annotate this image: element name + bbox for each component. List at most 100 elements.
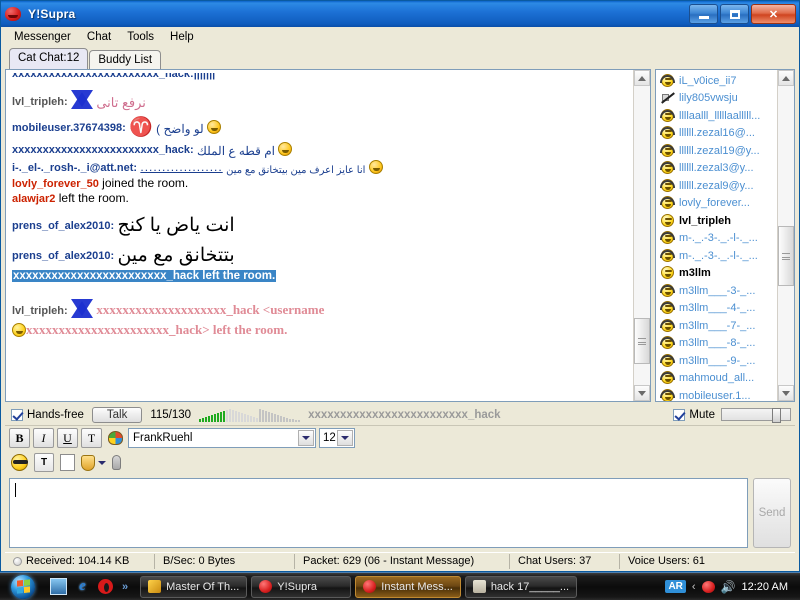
buddy-list-item[interactable]: m-._.-3-._.-l-._...: [658, 247, 777, 265]
mute-checkbox[interactable]: Mute: [673, 408, 715, 421]
buddy-list-item[interactable]: mobileuser.1...: [658, 387, 777, 401]
message-text: |||||||: [193, 73, 216, 80]
tray-expand-icon[interactable]: ‹: [692, 581, 696, 593]
volume-slider[interactable]: [721, 408, 791, 423]
scroll-down-button[interactable]: [634, 385, 650, 401]
chat-message: alawjar2 left the room.: [12, 191, 629, 206]
shield-icon[interactable]: [81, 454, 95, 471]
send-button[interactable]: Send: [753, 478, 791, 548]
close-button[interactable]: ✕: [751, 4, 796, 24]
menu-item-tools[interactable]: Tools: [120, 29, 161, 45]
font-family-select[interactable]: FrankRuehl: [128, 428, 316, 448]
message-text: لو واضح ): [156, 121, 204, 136]
scroll-thumb[interactable]: [634, 318, 650, 364]
bold-button[interactable]: B: [9, 428, 30, 448]
chat-scrollbar[interactable]: [633, 70, 650, 401]
buddy-list-item[interactable]: iL_v0ice_ii7: [658, 72, 777, 90]
opera-icon[interactable]: [98, 579, 113, 594]
buddy-list-item[interactable]: m3llm___-7-_...: [658, 317, 777, 335]
tab-buddy-list[interactable]: Buddy List: [89, 50, 162, 70]
title-bar: Y!Supra ✕: [1, 1, 799, 27]
chevron-down-icon[interactable]: [337, 430, 353, 446]
buddy-list[interactable]: iL_v0ice_ii7 lily805vwsju llllaalll_llllla…: [656, 70, 777, 401]
yahoo-smiley-icon[interactable]: [701, 580, 715, 593]
maximize-button[interactable]: [720, 4, 749, 24]
buddy-list-item[interactable]: lily805vwsju: [658, 90, 777, 108]
buddy-list-item[interactable]: lvl_tripleh: [658, 212, 777, 230]
meter-bar: [247, 414, 250, 422]
task-hack-folder[interactable]: hack 17_____...: [464, 575, 578, 598]
message-user: lovly_forever_50: [12, 178, 99, 191]
text-style-icon[interactable]: T: [34, 453, 54, 472]
headphones-smiley-icon: [660, 336, 675, 350]
slider-knob[interactable]: [772, 408, 781, 423]
buddy-list-item[interactable]: lovly_forever...: [658, 195, 777, 213]
buddy-list-item[interactable]: m3llm___-8-_...: [658, 335, 777, 353]
chevron-down-icon[interactable]: [98, 460, 106, 465]
buddy-list-item[interactable]: llllll.zezal9@y...: [658, 177, 777, 195]
more-chevron-icon[interactable]: »: [120, 581, 130, 593]
message-input[interactable]: [9, 478, 748, 548]
document-icon[interactable]: [60, 454, 75, 471]
underline-button[interactable]: U: [57, 428, 78, 448]
handsfree-checkbox[interactable]: Hands-free: [11, 408, 84, 421]
chat-message: lvl_tripleh: نرفع تانى: [12, 89, 629, 111]
meter-bar: [295, 419, 298, 422]
clock[interactable]: 12:20 AM: [742, 581, 794, 593]
color-palette-icon[interactable]: [105, 428, 125, 448]
shield-menu[interactable]: [81, 454, 106, 471]
menu-item-messenger[interactable]: Messenger: [7, 29, 78, 45]
meter-bar: [277, 414, 280, 422]
start-button[interactable]: [2, 574, 44, 600]
chevron-down-icon[interactable]: [298, 430, 314, 446]
buddy-list-item[interactable]: llllll.zezal16@...: [658, 125, 777, 143]
headphones-smiley-icon: [660, 388, 675, 401]
buddy-scroll-up-button[interactable]: [778, 70, 794, 86]
buddy-scroll-thumb[interactable]: [778, 226, 794, 286]
buddy-list-item[interactable]: m3llm: [658, 265, 777, 283]
buddy-scroll-down-button[interactable]: [778, 385, 794, 401]
talk-button[interactable]: Talk: [91, 406, 143, 423]
tab-cat-chat[interactable]: Cat Chat:12: [9, 48, 89, 69]
smiley-icon: [278, 141, 293, 156]
buddy-list-item[interactable]: llllaalll_lllllaalllll...: [658, 107, 777, 125]
font-size-value: 12: [323, 432, 336, 444]
task-master-of-th[interactable]: Master Of Th...: [140, 575, 248, 598]
text-style-button[interactable]: T: [81, 428, 102, 448]
buddy-list-item[interactable]: mahmoud_all...: [658, 370, 777, 388]
show-desktop-icon[interactable]: [50, 578, 67, 595]
language-indicator[interactable]: AR: [665, 580, 686, 593]
buddy-name: lvl_tripleh: [679, 214, 731, 227]
task-instant-message[interactable]: Instant Mess...: [355, 575, 461, 598]
microphone-icon[interactable]: [112, 455, 121, 470]
buddy-scrollbar[interactable]: [777, 70, 794, 401]
minimize-button[interactable]: [689, 4, 718, 24]
buddy-scroll-track[interactable]: [778, 86, 794, 385]
speaker-icon[interactable]: 🔊: [721, 580, 736, 594]
chat-log[interactable]: xxxxxxxxxxxxxxxxxxxxxxxx_hack:||||||| lv…: [6, 70, 633, 401]
meter-bar: [244, 413, 247, 422]
headphones-smiley-icon: [660, 143, 675, 158]
headphones-smiley-icon: [660, 73, 675, 88]
internet-explorer-icon[interactable]: e: [74, 578, 91, 595]
buddy-list-item[interactable]: m-._.-3-._.-l-._...: [658, 230, 777, 248]
meter-bar: [271, 412, 274, 422]
italic-button[interactable]: I: [33, 428, 54, 448]
headphones-smiley-icon: [660, 231, 675, 245]
scroll-up-button[interactable]: [634, 70, 650, 86]
menu-item-chat[interactable]: Chat: [80, 29, 118, 45]
scroll-track[interactable]: [634, 86, 650, 385]
sunglasses-smiley-icon[interactable]: [11, 454, 28, 471]
meter-bar: [235, 410, 238, 422]
buddy-list-item[interactable]: m3llm___-3-_...: [658, 282, 777, 300]
voice-bar: Hands-free Talk 115/130 xxxxxxxxxxxxxxxx…: [5, 402, 795, 426]
buddy-list-item[interactable]: llllll.zezal19@y...: [658, 142, 777, 160]
task-ysupra[interactable]: Y!Supra: [251, 575, 352, 598]
taskbar: e » Master Of Th... Y!Supra Instant Mess…: [0, 572, 800, 600]
chevron-down-icon: [782, 390, 790, 396]
font-size-select[interactable]: 12: [319, 428, 355, 448]
menu-item-help[interactable]: Help: [163, 29, 201, 45]
buddy-list-item[interactable]: m3llm___-9-_...: [658, 352, 777, 370]
buddy-list-item[interactable]: llllll.zezal3@y...: [658, 160, 777, 178]
buddy-list-item[interactable]: m3llm___-4-_...: [658, 300, 777, 318]
